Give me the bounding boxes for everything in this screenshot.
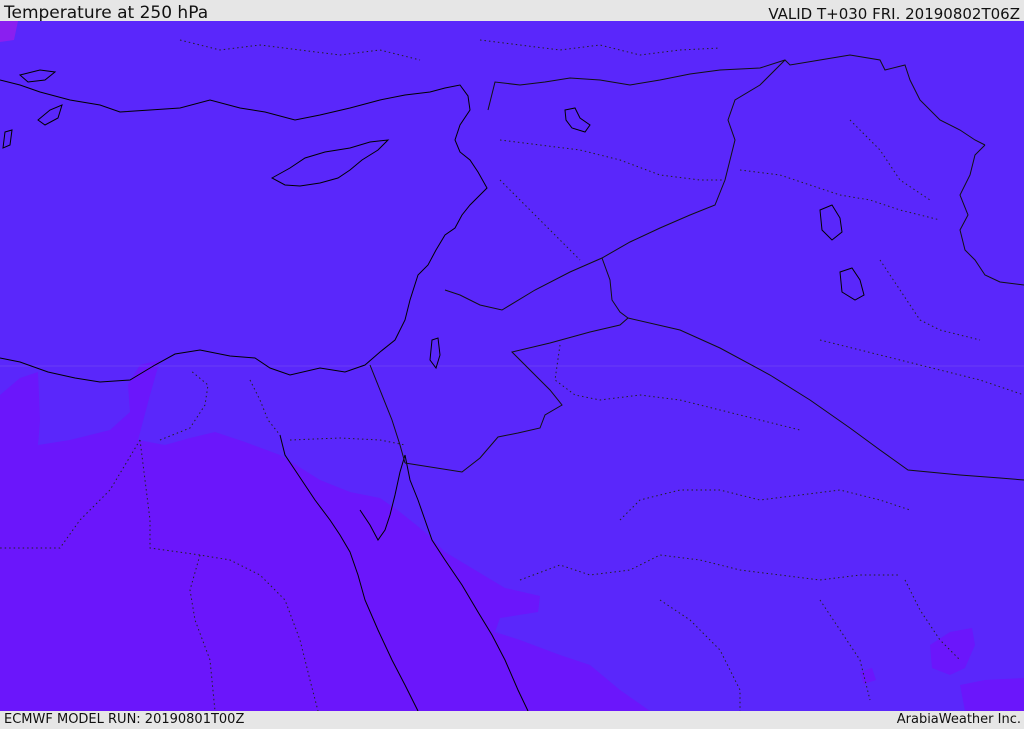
map-title: Temperature at 250 hPa xyxy=(4,3,209,23)
credit-label: ArabiaWeather Inc. xyxy=(896,712,1021,727)
model-run: ECMWF MODEL RUN: 20190801T00Z xyxy=(4,712,245,727)
header-bar: Temperature at 250 hPa VALID T+030 FRI. … xyxy=(0,0,1024,23)
weather-map[interactable] xyxy=(0,21,1024,711)
footer-bar: ECMWF MODEL RUN: 20190801T00Z ArabiaWeat… xyxy=(0,711,1024,729)
